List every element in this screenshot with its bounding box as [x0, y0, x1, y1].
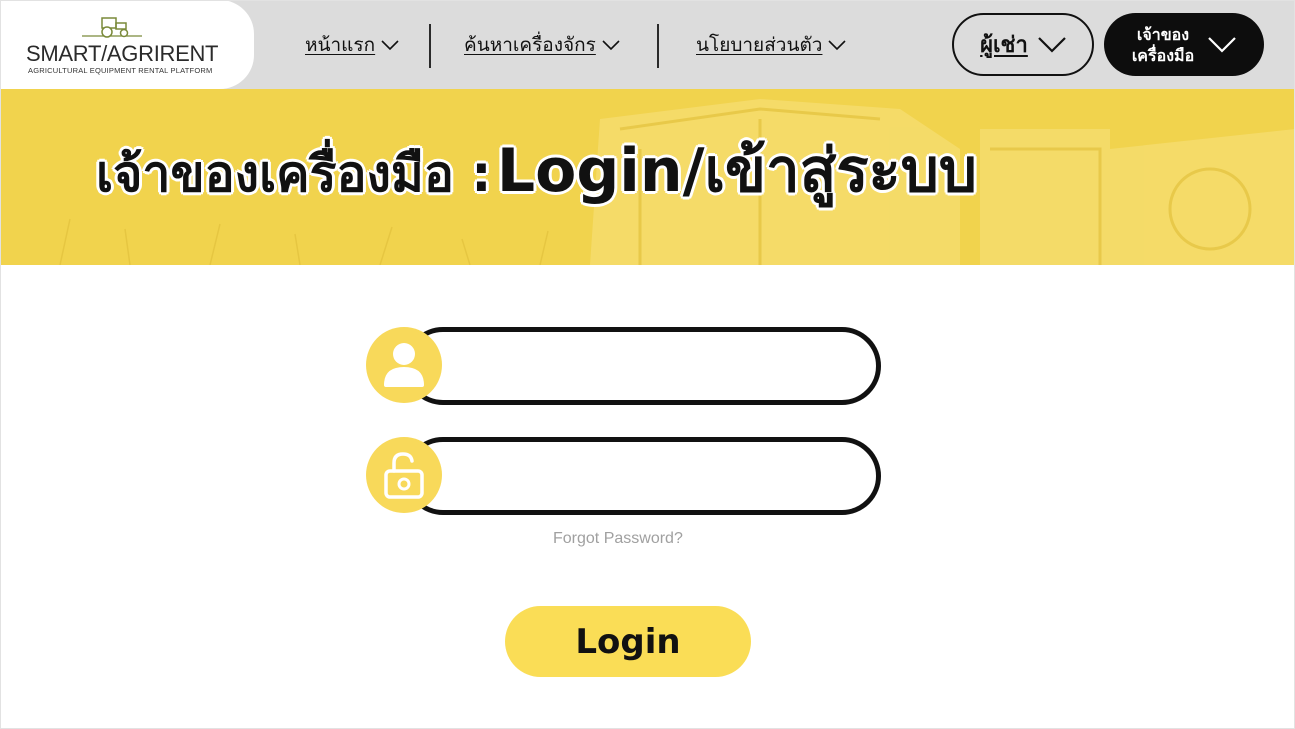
- password-field-frame: [404, 437, 881, 515]
- chevron-down-icon: [828, 40, 847, 51]
- nav-divider: [429, 24, 431, 68]
- login-button[interactable]: Login: [505, 606, 751, 677]
- nav-home[interactable]: หน้าแรก: [305, 30, 399, 60]
- logo-name: SMART/AGRIRENT: [26, 41, 219, 66]
- nav-home-label: หน้าแรก: [305, 34, 376, 56]
- logo[interactable]: SMART/AGRIRENT AGRICULTURAL EQUIPMENT RE…: [0, 0, 254, 89]
- nav-search-machines-label: ค้นหาเครื่องจักร: [464, 34, 596, 56]
- page-title: เจ้าของเครื่องมือ : Login/เข้าสู่ระบบ: [96, 123, 977, 218]
- forgot-password-link[interactable]: Forgot Password?: [553, 530, 683, 548]
- username-input[interactable]: [453, 342, 853, 390]
- renter-menu-button[interactable]: ผู้เช่า: [952, 13, 1094, 76]
- top-header: SMART/AGRIRENT AGRICULTURAL EQUIPMENT RE…: [0, 0, 1295, 89]
- password-input[interactable]: [453, 452, 853, 500]
- unlock-icon: [366, 437, 442, 513]
- owner-menu-label-line2: เครื่องมือ: [1131, 45, 1195, 65]
- nav-search-machines[interactable]: ค้นหาเครื่องจักร: [464, 30, 620, 60]
- nav-divider: [657, 24, 659, 68]
- renter-menu-label: ผู้เช่า: [980, 33, 1028, 58]
- chevron-down-icon: [381, 40, 399, 51]
- nav-privacy-policy[interactable]: นโยบายส่วนตัว: [696, 30, 847, 60]
- logo-tagline: AGRICULTURAL EQUIPMENT RENTAL PLATFORM: [28, 66, 213, 75]
- page-banner: เจ้าของเครื่องมือ : Login/เข้าสู่ระบบ: [0, 89, 1295, 265]
- chevron-down-icon: [1208, 36, 1236, 53]
- user-icon: [366, 327, 442, 403]
- owner-menu-label-line1: เจ้าของ: [1136, 24, 1190, 44]
- nav-privacy-policy-label: นโยบายส่วนตัว: [696, 34, 823, 56]
- chevron-down-icon: [1038, 36, 1066, 53]
- page-title-action: Login/เข้าสู่ระบบ: [496, 136, 977, 206]
- owner-menu-button[interactable]: เจ้าของ เครื่องมือ: [1104, 13, 1264, 76]
- chevron-down-icon: [602, 40, 620, 51]
- tractor-icon: [82, 17, 142, 38]
- username-field-frame: [404, 327, 881, 405]
- page-title-role: เจ้าของเครื่องมือ :: [96, 145, 492, 203]
